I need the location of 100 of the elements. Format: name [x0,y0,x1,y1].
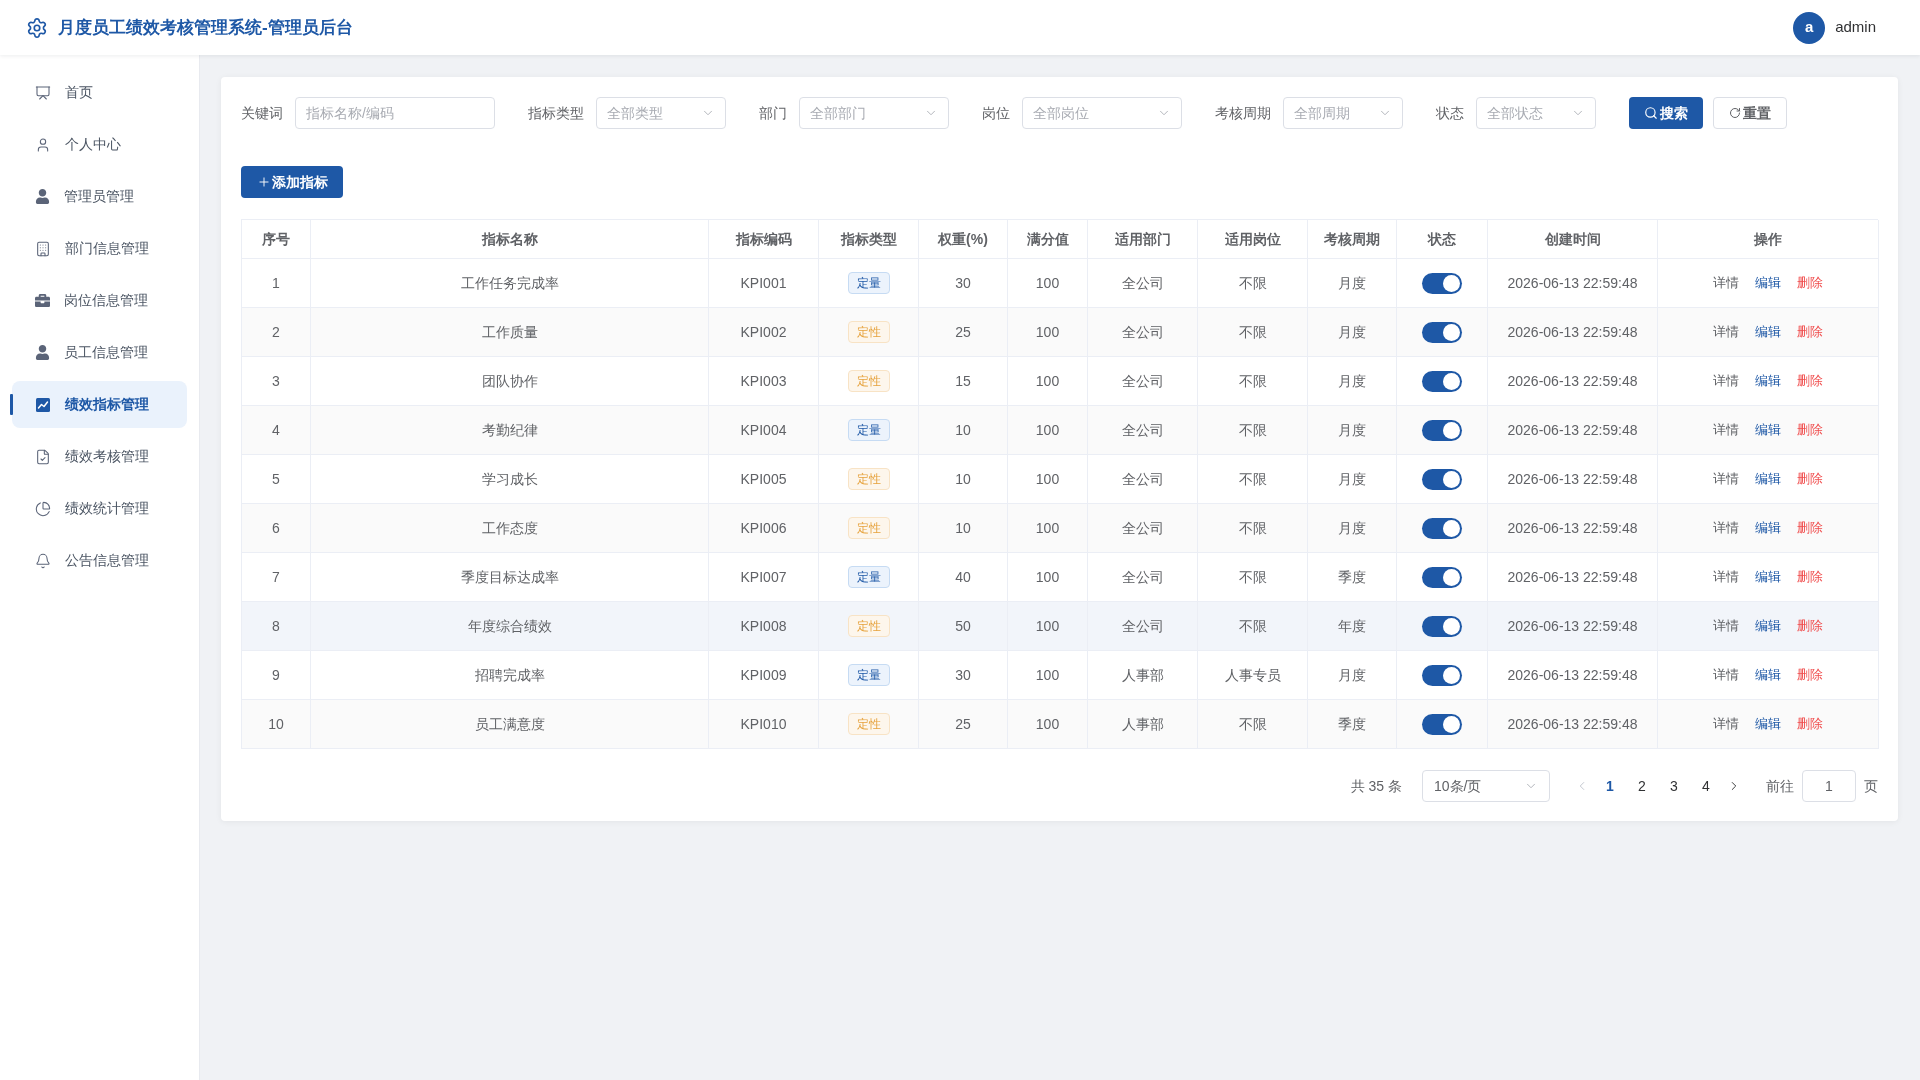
settings-icon [26,16,48,39]
type-tag: 定性 [847,713,890,735]
app-title: 月度员工绩效考核管理系统-管理员后台 [58,16,353,39]
sidebar-item[interactable]: 管理员管理 [12,173,187,220]
page-button[interactable]: 3 [1658,770,1690,802]
page-button[interactable]: 2 [1626,770,1658,802]
edit-link[interactable]: 编辑 [1755,665,1781,685]
reset-button[interactable]: 重置 [1713,97,1787,129]
delete-link[interactable]: 删除 [1797,322,1823,342]
type-tag: 定性 [847,468,890,490]
table-cell: 员工满意度 [311,700,709,749]
detail-link[interactable]: 详情 [1713,469,1739,489]
user-name[interactable]: admin [1835,16,1876,39]
status-switch[interactable] [1422,370,1462,392]
delete-link[interactable]: 删除 [1797,518,1823,538]
goto-page-input[interactable]: 1 [1802,770,1856,802]
status-switch[interactable] [1422,468,1462,490]
type-tag: 定量 [847,664,890,686]
page-unit-label: 页 [1864,776,1878,796]
status-switch[interactable] [1422,615,1462,637]
selection-indicator [10,394,13,415]
user-icon [35,189,50,204]
detail-link[interactable]: 详情 [1713,567,1739,587]
detail-link[interactable]: 详情 [1713,273,1739,293]
bell-icon [35,552,51,569]
detail-link[interactable]: 详情 [1713,518,1739,538]
table-cell: 2026-06-13 22:59:48 [1488,700,1658,749]
edit-link[interactable]: 编辑 [1755,273,1781,293]
edit-link[interactable]: 编辑 [1755,714,1781,734]
edit-link[interactable]: 编辑 [1755,322,1781,342]
detail-link[interactable]: 详情 [1713,420,1739,440]
sidebar-item[interactable]: 员工信息管理 [12,329,187,376]
building-icon [35,240,51,257]
delete-link[interactable]: 删除 [1797,371,1823,391]
table-cell: KPI010 [709,700,819,749]
edit-link[interactable]: 编辑 [1755,518,1781,538]
edit-link[interactable]: 编辑 [1755,616,1781,636]
table-cell: 100 [1008,700,1088,749]
type-tag: 定性 [847,370,890,392]
status-switch[interactable] [1422,713,1462,735]
status-switch[interactable] [1422,419,1462,441]
delete-link[interactable]: 删除 [1797,714,1823,734]
sidebar-item[interactable]: 岗位信息管理 [12,277,187,324]
sidebar-item[interactable]: 绩效统计管理 [12,485,187,532]
page-button[interactable]: 4 [1690,770,1722,802]
detail-link[interactable]: 详情 [1713,665,1739,685]
edit-link[interactable]: 编辑 [1755,469,1781,489]
type-tag: 定性 [847,615,890,637]
chart-icon [35,396,51,413]
user-icon [35,345,50,360]
filter-label: 部门 [759,103,787,123]
type-tag: 定性 [847,517,890,539]
filter-label: 状态 [1436,103,1464,123]
sidebar-item[interactable]: 首页 [12,69,187,116]
filter-label: 考核周期 [1215,103,1271,123]
type-tag: 定量 [847,566,890,588]
sidebar-item[interactable]: 个人中心 [12,121,187,168]
status-switch[interactable] [1422,272,1462,294]
detail-link[interactable]: 详情 [1713,616,1739,636]
edit-link[interactable]: 编辑 [1755,371,1781,391]
status-switch[interactable] [1422,664,1462,686]
keyword-input[interactable]: 指标名称/编码 [295,97,495,129]
table-cell: 10 [242,700,311,749]
status-switch[interactable] [1422,321,1462,343]
delete-link[interactable]: 删除 [1797,273,1823,293]
status-switch[interactable] [1422,517,1462,539]
sidebar-item[interactable]: 绩效指标管理 [12,381,187,428]
type-tag: 定性 [847,321,890,343]
edit-link[interactable]: 编辑 [1755,567,1781,587]
plus-icon [256,175,271,189]
table-cell: 季度 [1308,700,1397,749]
sidebar-item[interactable]: 绩效考核管理 [12,433,187,480]
add-button[interactable]: 添加指标 [241,166,343,198]
delete-link[interactable]: 删除 [1797,420,1823,440]
presentation-icon [35,84,51,101]
edit-link[interactable]: 编辑 [1755,420,1781,440]
filter-label: 指标类型 [528,103,584,123]
delete-link[interactable]: 删除 [1797,665,1823,685]
delete-link[interactable]: 删除 [1797,469,1823,489]
goto-label: 前往 [1766,776,1794,796]
search-button[interactable]: 搜索 [1629,97,1703,129]
detail-link[interactable]: 详情 [1713,322,1739,342]
total-count: 共 35 条 [1350,776,1402,796]
sidebar-item[interactable]: 部门信息管理 [12,225,187,272]
page-button[interactable]: 1 [1594,770,1626,802]
file-check-icon [35,448,51,465]
delete-link[interactable]: 删除 [1797,567,1823,587]
detail-link[interactable]: 详情 [1713,714,1739,734]
sidebar-item[interactable]: 公告信息管理 [12,537,187,584]
page-size-select[interactable]: 10条/页 [1422,770,1550,802]
user-avatar[interactable]: a [1793,11,1826,44]
search-icon [1644,106,1658,120]
type-tag: 定量 [847,419,890,441]
type-tag: 定量 [847,272,890,294]
refresh-icon [1729,107,1741,119]
detail-link[interactable]: 详情 [1713,371,1739,391]
table-cell: 不限 [1198,700,1308,749]
status-switch[interactable] [1422,566,1462,588]
table-cell: 人事部 [1088,700,1198,749]
delete-link[interactable]: 删除 [1797,616,1823,636]
